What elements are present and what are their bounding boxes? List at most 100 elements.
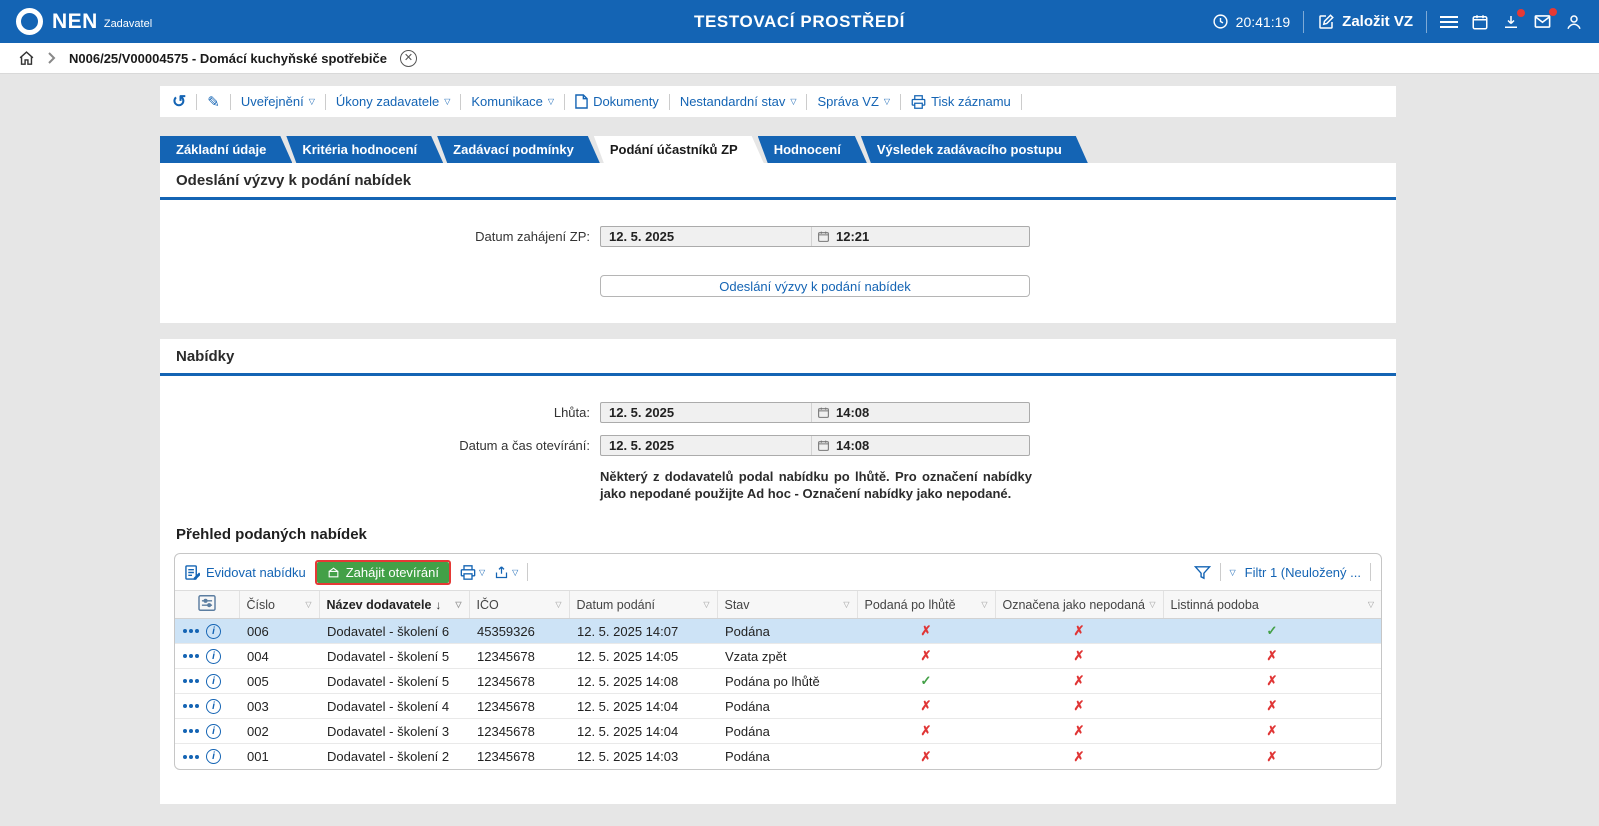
start-datetime-field[interactable]: 12. 5. 2025 12:21 (600, 226, 1030, 247)
menu-uverejneni[interactable]: Uveřejnění▽ (241, 94, 315, 109)
row-tools-cell: i (175, 694, 239, 719)
opening-time-field[interactable]: 14:08 (811, 436, 1029, 455)
profile-icon[interactable] (1565, 13, 1583, 31)
row-info-icon[interactable]: i (206, 699, 221, 714)
tab-kriteria-hodnoceni[interactable]: Kritéria hodnocení (286, 136, 443, 163)
messages-icon[interactable] (1533, 12, 1552, 31)
menu-tisk-zaznamu[interactable]: Tisk záznamu (911, 94, 1011, 109)
column-header-datum-podani[interactable]: Datum podání▽ (569, 591, 717, 619)
column-header-ico[interactable]: IČO▽ (469, 591, 569, 619)
cross-icon: ✗ (857, 644, 995, 669)
separator (1426, 11, 1427, 33)
row-info-icon[interactable]: i (206, 674, 221, 689)
ico-cell: 12345678 (469, 644, 569, 669)
column-filter-icon[interactable]: ▽ (555, 600, 561, 609)
opening-datetime-field[interactable]: 12. 5. 2025 14:08 (600, 435, 1030, 456)
column-header-listinna-podoba[interactable]: Listinná podoba▽ (1163, 591, 1381, 619)
cross-icon: ✗ (1163, 669, 1381, 694)
deadline-datetime-field[interactable]: 12. 5. 2025 14:08 (600, 402, 1030, 423)
table-row[interactable]: i001Dodavatel - školení 21234567812. 5. … (175, 744, 1381, 769)
menu-komunikace[interactable]: Komunikace▽ (471, 94, 554, 109)
row-info-icon[interactable]: i (206, 624, 221, 639)
active-filter-label[interactable]: Filtr 1 (Neuložený ... (1245, 565, 1361, 580)
separator (1303, 11, 1304, 33)
create-vz-button[interactable]: Založit VZ (1317, 13, 1413, 31)
table-row[interactable]: i004Dodavatel - školení 51234567812. 5. … (175, 644, 1381, 669)
print-table-button[interactable]: ▽ (460, 565, 485, 580)
edit-icon[interactable]: ✎ (207, 93, 220, 111)
current-time: 20:41:19 (1236, 14, 1291, 30)
table-row[interactable]: i003Dodavatel - školení 41234567812. 5. … (175, 694, 1381, 719)
row-actions-icon[interactable] (183, 729, 199, 733)
environment-title: TESTOVACÍ PROSTŘEDÍ (694, 12, 905, 32)
filter-chevron-icon[interactable]: ▽ (1230, 568, 1236, 577)
column-settings-header[interactable] (175, 591, 239, 619)
menu-ukony-zadavatele[interactable]: Úkony zadavatele▽ (336, 94, 451, 109)
register-offer-button[interactable]: Evidovat nabídku (185, 565, 306, 580)
app-name: NEN (52, 10, 98, 34)
row-actions-icon[interactable] (183, 629, 199, 633)
opening-date-value[interactable]: 12. 5. 2025 (601, 438, 811, 453)
printer-icon (911, 95, 926, 109)
column-header-stav[interactable]: Stav▽ (717, 591, 857, 619)
menu-sprava-vz[interactable]: Správa VZ▽ (817, 94, 890, 109)
table-row[interactable]: i005Dodavatel - školení 51234567812. 5. … (175, 669, 1381, 694)
separator (564, 94, 565, 110)
menu-dokumenty[interactable]: Dokumenty (575, 94, 659, 109)
supplier-name-cell: Dodavatel - školení 5 (319, 644, 469, 669)
calendar-icon[interactable] (1471, 13, 1489, 31)
deadline-time-value: 14:08 (836, 405, 869, 420)
column-filter-icon[interactable]: ▽ (1149, 600, 1155, 609)
tab-hodnoceni[interactable]: Hodnocení (758, 136, 867, 163)
status-cell: Vzata zpět (717, 644, 857, 669)
row-actions-icon[interactable] (183, 679, 199, 683)
table-row[interactable]: i002Dodavatel - školení 31234567812. 5. … (175, 719, 1381, 744)
row-info-icon[interactable]: i (206, 649, 221, 664)
deadline-date-value[interactable]: 12. 5. 2025 (601, 405, 811, 420)
row-actions-icon[interactable] (183, 755, 199, 759)
row-tools-cell: i (175, 744, 239, 769)
breadcrumb-record[interactable]: N006/25/V00004575 - Domácí kuchyňské spo… (69, 51, 387, 66)
export-button[interactable]: ▽ (494, 565, 518, 580)
row-actions-icon[interactable] (183, 704, 199, 708)
column-filter-icon[interactable]: ▽ (981, 600, 987, 609)
column-filter-icon[interactable]: ▽ (1368, 600, 1374, 609)
supplier-name-cell: Dodavatel - školení 6 (319, 619, 469, 644)
tab-zadavaci-podminky[interactable]: Zadávací podmínky (437, 136, 600, 163)
deadline-time-field[interactable]: 14:08 (811, 403, 1029, 422)
separator (527, 563, 528, 581)
start-opening-button[interactable]: Zahájit otevírání (317, 562, 449, 583)
column-header-nazev-dodavatele[interactable]: Název dodavatele↓▽ (319, 591, 469, 619)
history-icon[interactable]: ↺ (172, 92, 186, 112)
column-header-podana-po-lhute[interactable]: Podaná po lhůtě▽ (857, 591, 995, 619)
column-header-cislo[interactable]: Číslo▽ (239, 591, 319, 619)
start-date-value[interactable]: 12. 5. 2025 (601, 229, 811, 244)
ico-cell: 12345678 (469, 719, 569, 744)
ico-cell: 12345678 (469, 744, 569, 769)
row-info-icon[interactable]: i (206, 724, 221, 739)
section-title: Odeslání výzvy k podání nabídek (160, 163, 1396, 197)
start-time-field[interactable]: 12:21 (811, 227, 1029, 246)
send-invitation-button[interactable]: Odeslání výzvy k podání nabídek (600, 275, 1030, 297)
offers-table-body: i006Dodavatel - školení 64535932612. 5. … (175, 619, 1381, 769)
column-filter-icon[interactable]: ▽ (843, 600, 849, 609)
filter-funnel-icon[interactable] (1194, 565, 1211, 580)
column-filter-icon[interactable]: ▽ (455, 600, 461, 609)
column-filter-icon[interactable]: ▽ (703, 600, 709, 609)
row-info-icon[interactable]: i (206, 749, 221, 764)
close-record-icon[interactable]: ✕ (400, 50, 417, 67)
supplier-name-cell: Dodavatel - školení 5 (319, 669, 469, 694)
menu-nestandardni-stav[interactable]: Nestandardní stav▽ (680, 94, 797, 109)
tab-podani-ucastniku[interactable]: Podání účastníků ZP (594, 136, 764, 163)
brand[interactable]: NEN Zadavatel (16, 8, 152, 35)
menu-icon[interactable] (1440, 16, 1458, 28)
column-header-oznacena-jako-nepodana[interactable]: Označena jako nepodaná▽ (995, 591, 1163, 619)
row-actions-icon[interactable] (183, 654, 199, 658)
tab-zakladni-udaje[interactable]: Základní údaje (160, 136, 292, 163)
separator (325, 94, 326, 110)
table-row[interactable]: i006Dodavatel - školení 64535932612. 5. … (175, 619, 1381, 644)
tab-vysledek[interactable]: Výsledek zadávacího postupu (861, 136, 1088, 163)
column-filter-icon[interactable]: ▽ (305, 600, 311, 609)
downloads-icon[interactable] (1502, 13, 1520, 31)
home-icon[interactable] (18, 50, 35, 67)
